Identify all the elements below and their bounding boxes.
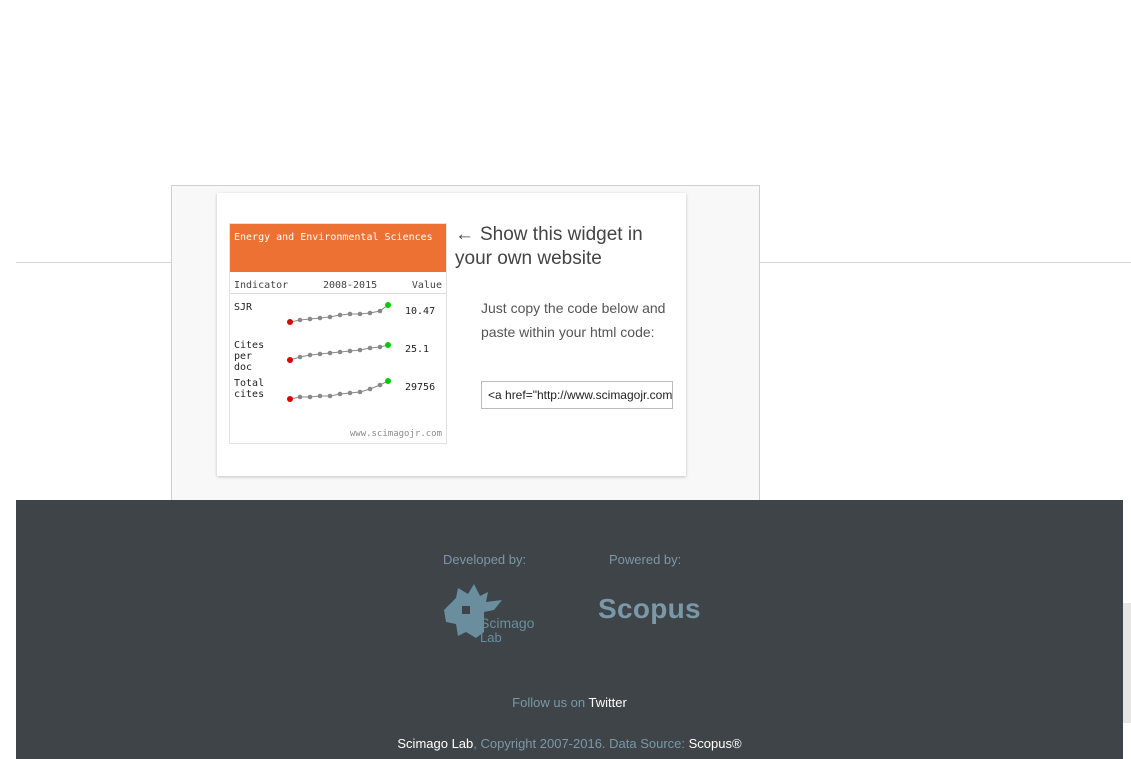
scimago-logo-text: Scimago (480, 615, 535, 631)
lab-logo-text: Lab (480, 630, 502, 645)
divider-right (760, 262, 1131, 263)
widget-footer-url: www.scimagojr.com (349, 429, 442, 439)
indicator-row-sjr: SJR 10.47 (230, 294, 446, 332)
widget-card: Energy and Environmental Sciences Indica… (217, 193, 686, 476)
widget-panel: Energy and Environmental Sciences Indica… (171, 185, 760, 500)
total-cites-sparkline (287, 378, 391, 402)
scopus-link[interactable]: Scopus® (689, 736, 742, 751)
powered-by-label: Powered by: (609, 552, 682, 567)
copyright-line: Scimago Lab, Copyright 2007-2016. Data S… (16, 736, 1123, 751)
indicator-name: Cites per doc (234, 340, 265, 373)
scopus-logo[interactable]: Scopus (598, 593, 701, 625)
divider-left (16, 262, 172, 263)
indicator-row-total-cites: Total cites 29756 (230, 370, 446, 408)
developed-by-label: Developed by: (443, 552, 527, 567)
scimago-lab-link[interactable]: Scimago Lab (397, 736, 473, 751)
left-arrow-icon: ← (455, 224, 474, 245)
indicator-value: 29756 (405, 382, 436, 393)
scimago-lab-logo[interactable]: Scimago Lab (436, 580, 556, 650)
widget-title: Energy and Environmental Sciences (230, 224, 446, 272)
indicator-value: 10.47 (405, 306, 436, 317)
sjr-sparkline (287, 302, 391, 325)
widget-instructions: Just copy the code below and paste withi… (481, 300, 666, 340)
indicator-value: 25.1 (405, 344, 430, 355)
copyright-text: , Copyright 2007-2016. Data Source: (473, 736, 689, 751)
indicator-row-cites-per-doc: Cites per doc 25.1 (230, 332, 446, 373)
journal-widget-preview[interactable]: Energy and Environmental Sciences Indica… (229, 223, 447, 444)
col-years: 2008-2015 (322, 280, 378, 291)
embed-code-field[interactable]: <a href="http://www.scimagojr.com (481, 381, 673, 409)
scrollbar[interactable] (1123, 603, 1131, 723)
widget-heading-text: Show this widget in your own website (455, 224, 643, 269)
follow-prefix: Follow us on (512, 695, 586, 710)
twitter-link[interactable]: Twitter (589, 695, 627, 710)
indicator-name: SJR (234, 302, 253, 313)
col-value: Value (411, 280, 442, 291)
follow-us: Follow us on Twitter (16, 695, 1123, 710)
site-footer: Developed by: Powered by: Scimago Lab Sc… (16, 500, 1123, 759)
col-indicator: Indicator (234, 280, 289, 291)
widget-column-headers: Indicator 2008-2015 Value (230, 272, 446, 294)
cites-per-doc-sparkline (287, 342, 391, 363)
indicator-name: Total cites (234, 378, 265, 400)
widget-heading: ← Show this widget in your own website (455, 223, 675, 271)
